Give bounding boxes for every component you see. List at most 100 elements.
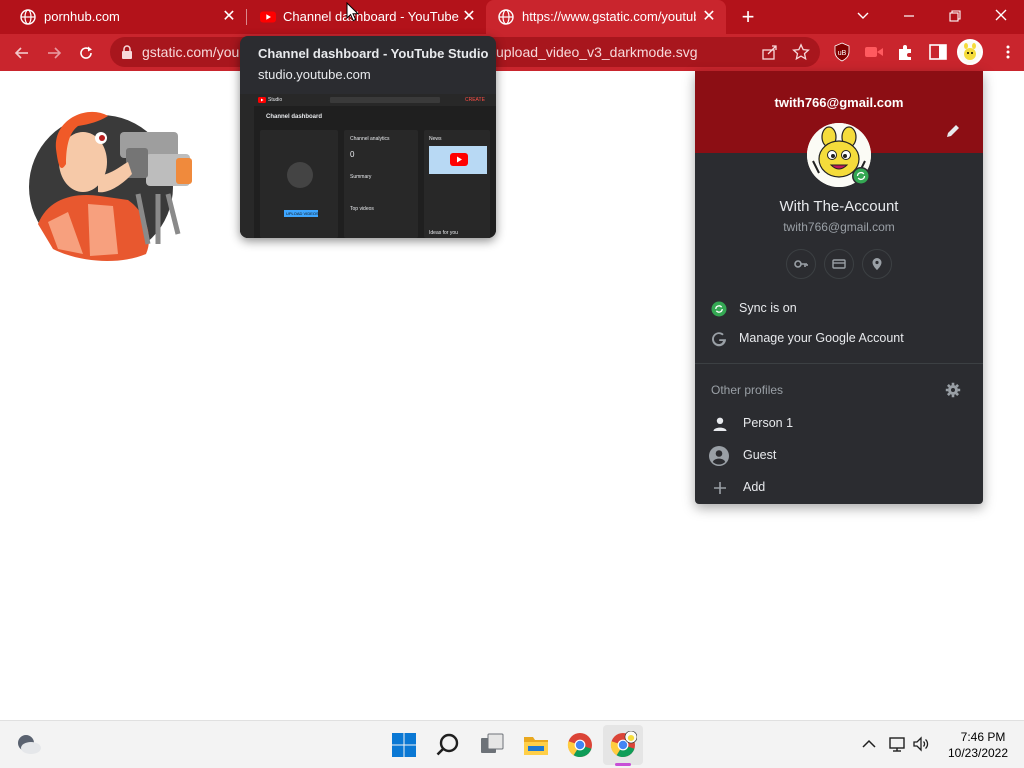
clock-date[interactable]: 10/23/2022 (940, 746, 1016, 760)
share-icon[interactable] (761, 43, 779, 61)
weather-cloud-icon[interactable] (16, 733, 42, 757)
hover-card-domain: studio.youtube.com (258, 67, 371, 82)
url-text[interactable]: gstatic.com/you (142, 44, 239, 60)
preview-studio-label: Studio (268, 97, 283, 103)
profile-header-email: twith766@gmail.com (774, 95, 904, 110)
tab-search-chevron-icon[interactable] (840, 0, 886, 34)
search-icon[interactable] (434, 731, 462, 759)
minimize-icon[interactable] (886, 0, 932, 34)
clock-time[interactable]: 7:46 PM (950, 730, 1016, 744)
preview-create: CREATE (465, 97, 485, 103)
google-g-icon (712, 332, 727, 347)
manage-google-account-row[interactable]: Manage your Google Account (695, 324, 983, 354)
task-view-icon[interactable] (478, 731, 506, 759)
add-profile[interactable]: Add (695, 473, 983, 503)
preview-dashboard-title: Channel dashboard (266, 114, 323, 120)
tab-title: pornhub.com (44, 9, 120, 24)
bookmark-star-icon[interactable] (792, 43, 810, 61)
tab-title: Channel dashboard - YouTube Studio (283, 9, 459, 24)
preview-news-title: News (429, 136, 442, 142)
reload-icon[interactable] (72, 39, 100, 67)
extensions-puzzle-icon[interactable] (896, 42, 916, 62)
profile-avatar-button[interactable] (957, 39, 983, 65)
profile-guest[interactable]: Guest (695, 441, 983, 471)
key-icon (794, 260, 808, 268)
wubbzy-avatar-icon (964, 43, 976, 60)
preview-top-videos: Top videos (350, 206, 374, 212)
preview-ideas: Ideas for you (429, 230, 458, 236)
manage-account-label: Manage your Google Account (739, 331, 904, 345)
close-window-icon[interactable] (978, 0, 1024, 34)
preview-analytics-title: Channel analytics (350, 136, 390, 142)
sync-status-row[interactable]: Sync is on (695, 294, 983, 324)
addresses-button[interactable] (862, 249, 892, 279)
profile-menu: twith766@gmail.com With The-Account twit… (695, 71, 983, 504)
active-indicator (615, 763, 631, 766)
tab-youtube-studio[interactable]: Channel dashboard - YouTube Studio ✕ (246, 0, 486, 34)
sync-icon (711, 301, 727, 317)
tab-close-icon[interactable]: ✕ (220, 8, 238, 26)
globe-icon (20, 9, 36, 25)
sync-label: Sync is on (739, 301, 797, 315)
lock-icon[interactable] (120, 44, 134, 60)
profile-person-1[interactable]: Person 1 (695, 409, 983, 439)
preview-search (330, 97, 440, 103)
profile-label: Person 1 (743, 416, 794, 430)
preview-analytics-card (344, 130, 418, 238)
sync-badge (852, 167, 870, 185)
menu-divider (695, 363, 983, 364)
location-pin-icon (872, 258, 882, 270)
tab-close-icon[interactable]: ✕ (460, 8, 478, 26)
tab-title: https://www.gstatic.com/youtube/img/crea… (522, 9, 696, 24)
preview-sidebar (240, 106, 254, 238)
file-explorer-icon[interactable] (522, 731, 550, 759)
sync-icon (853, 168, 869, 184)
tab-hover-card: Channel dashboard - YouTube Studio studi… (240, 36, 496, 238)
browser-toolbar: gstatic.com/you upload_video_v3_darkmode… (0, 34, 1024, 71)
passwords-button[interactable] (786, 249, 816, 279)
chevron-up-icon[interactable] (860, 735, 878, 753)
mouse-cursor-icon (346, 2, 360, 22)
other-profiles-heading: Other profiles (711, 383, 784, 397)
gear-icon[interactable] (945, 382, 961, 398)
profile-email: twith766@gmail.com (783, 220, 895, 234)
ublock-origin-icon[interactable]: uB (832, 42, 852, 62)
back-arrow-icon[interactable] (8, 39, 36, 67)
preview-summary: Summary (350, 174, 372, 180)
screen-recorder-icon[interactable] (864, 42, 884, 62)
youtube-icon (260, 11, 276, 23)
guest-icon (709, 446, 729, 466)
hover-card-title: Channel dashboard - YouTube Studio (258, 46, 489, 61)
new-tab-plus-icon[interactable]: + (736, 6, 760, 28)
restore-icon[interactable] (932, 0, 978, 34)
preview-subs-count: 0 (350, 150, 355, 159)
svg-text:uB: uB (838, 50, 847, 57)
profile-label: Guest (743, 448, 777, 462)
chrome-icon[interactable] (566, 731, 594, 759)
chrome-profile-icon[interactable] (609, 731, 637, 759)
tab-strip: pornhub.com ✕ Channel dashboard - YouTub… (0, 0, 1024, 34)
tab-close-icon[interactable]: ✕ (700, 8, 718, 26)
preview-news-youtube-icon (450, 153, 468, 166)
pencil-edit-icon[interactable] (945, 123, 961, 139)
side-panel-icon[interactable] (928, 42, 948, 62)
plus-icon (714, 482, 726, 494)
preview-upload-illustration (287, 162, 313, 188)
person-icon (713, 417, 727, 431)
credit-card-icon (832, 259, 846, 269)
volume-icon[interactable] (912, 735, 930, 753)
forward-arrow-icon[interactable] (40, 39, 68, 67)
url-text-tail[interactable]: upload_video_v3_darkmode.svg (496, 44, 698, 60)
windows-taskbar: 7:46 PM 10/23/2022 (0, 720, 1024, 768)
upload-video-illustration (29, 111, 192, 261)
network-icon[interactable] (888, 735, 906, 753)
profile-name: With The-Account (779, 198, 899, 215)
tab-pornhub[interactable]: pornhub.com ✕ (0, 0, 246, 34)
windows-start-icon[interactable] (390, 731, 418, 759)
tab-gstatic-active[interactable]: https://www.gstatic.com/youtube/img/crea… (486, 0, 726, 34)
preview-youtube-icon (258, 97, 266, 103)
payment-methods-button[interactable] (824, 249, 854, 279)
globe-icon (498, 9, 514, 25)
profile-label: Add (743, 480, 766, 494)
chrome-menu-kebab-icon[interactable] (1000, 44, 1016, 60)
